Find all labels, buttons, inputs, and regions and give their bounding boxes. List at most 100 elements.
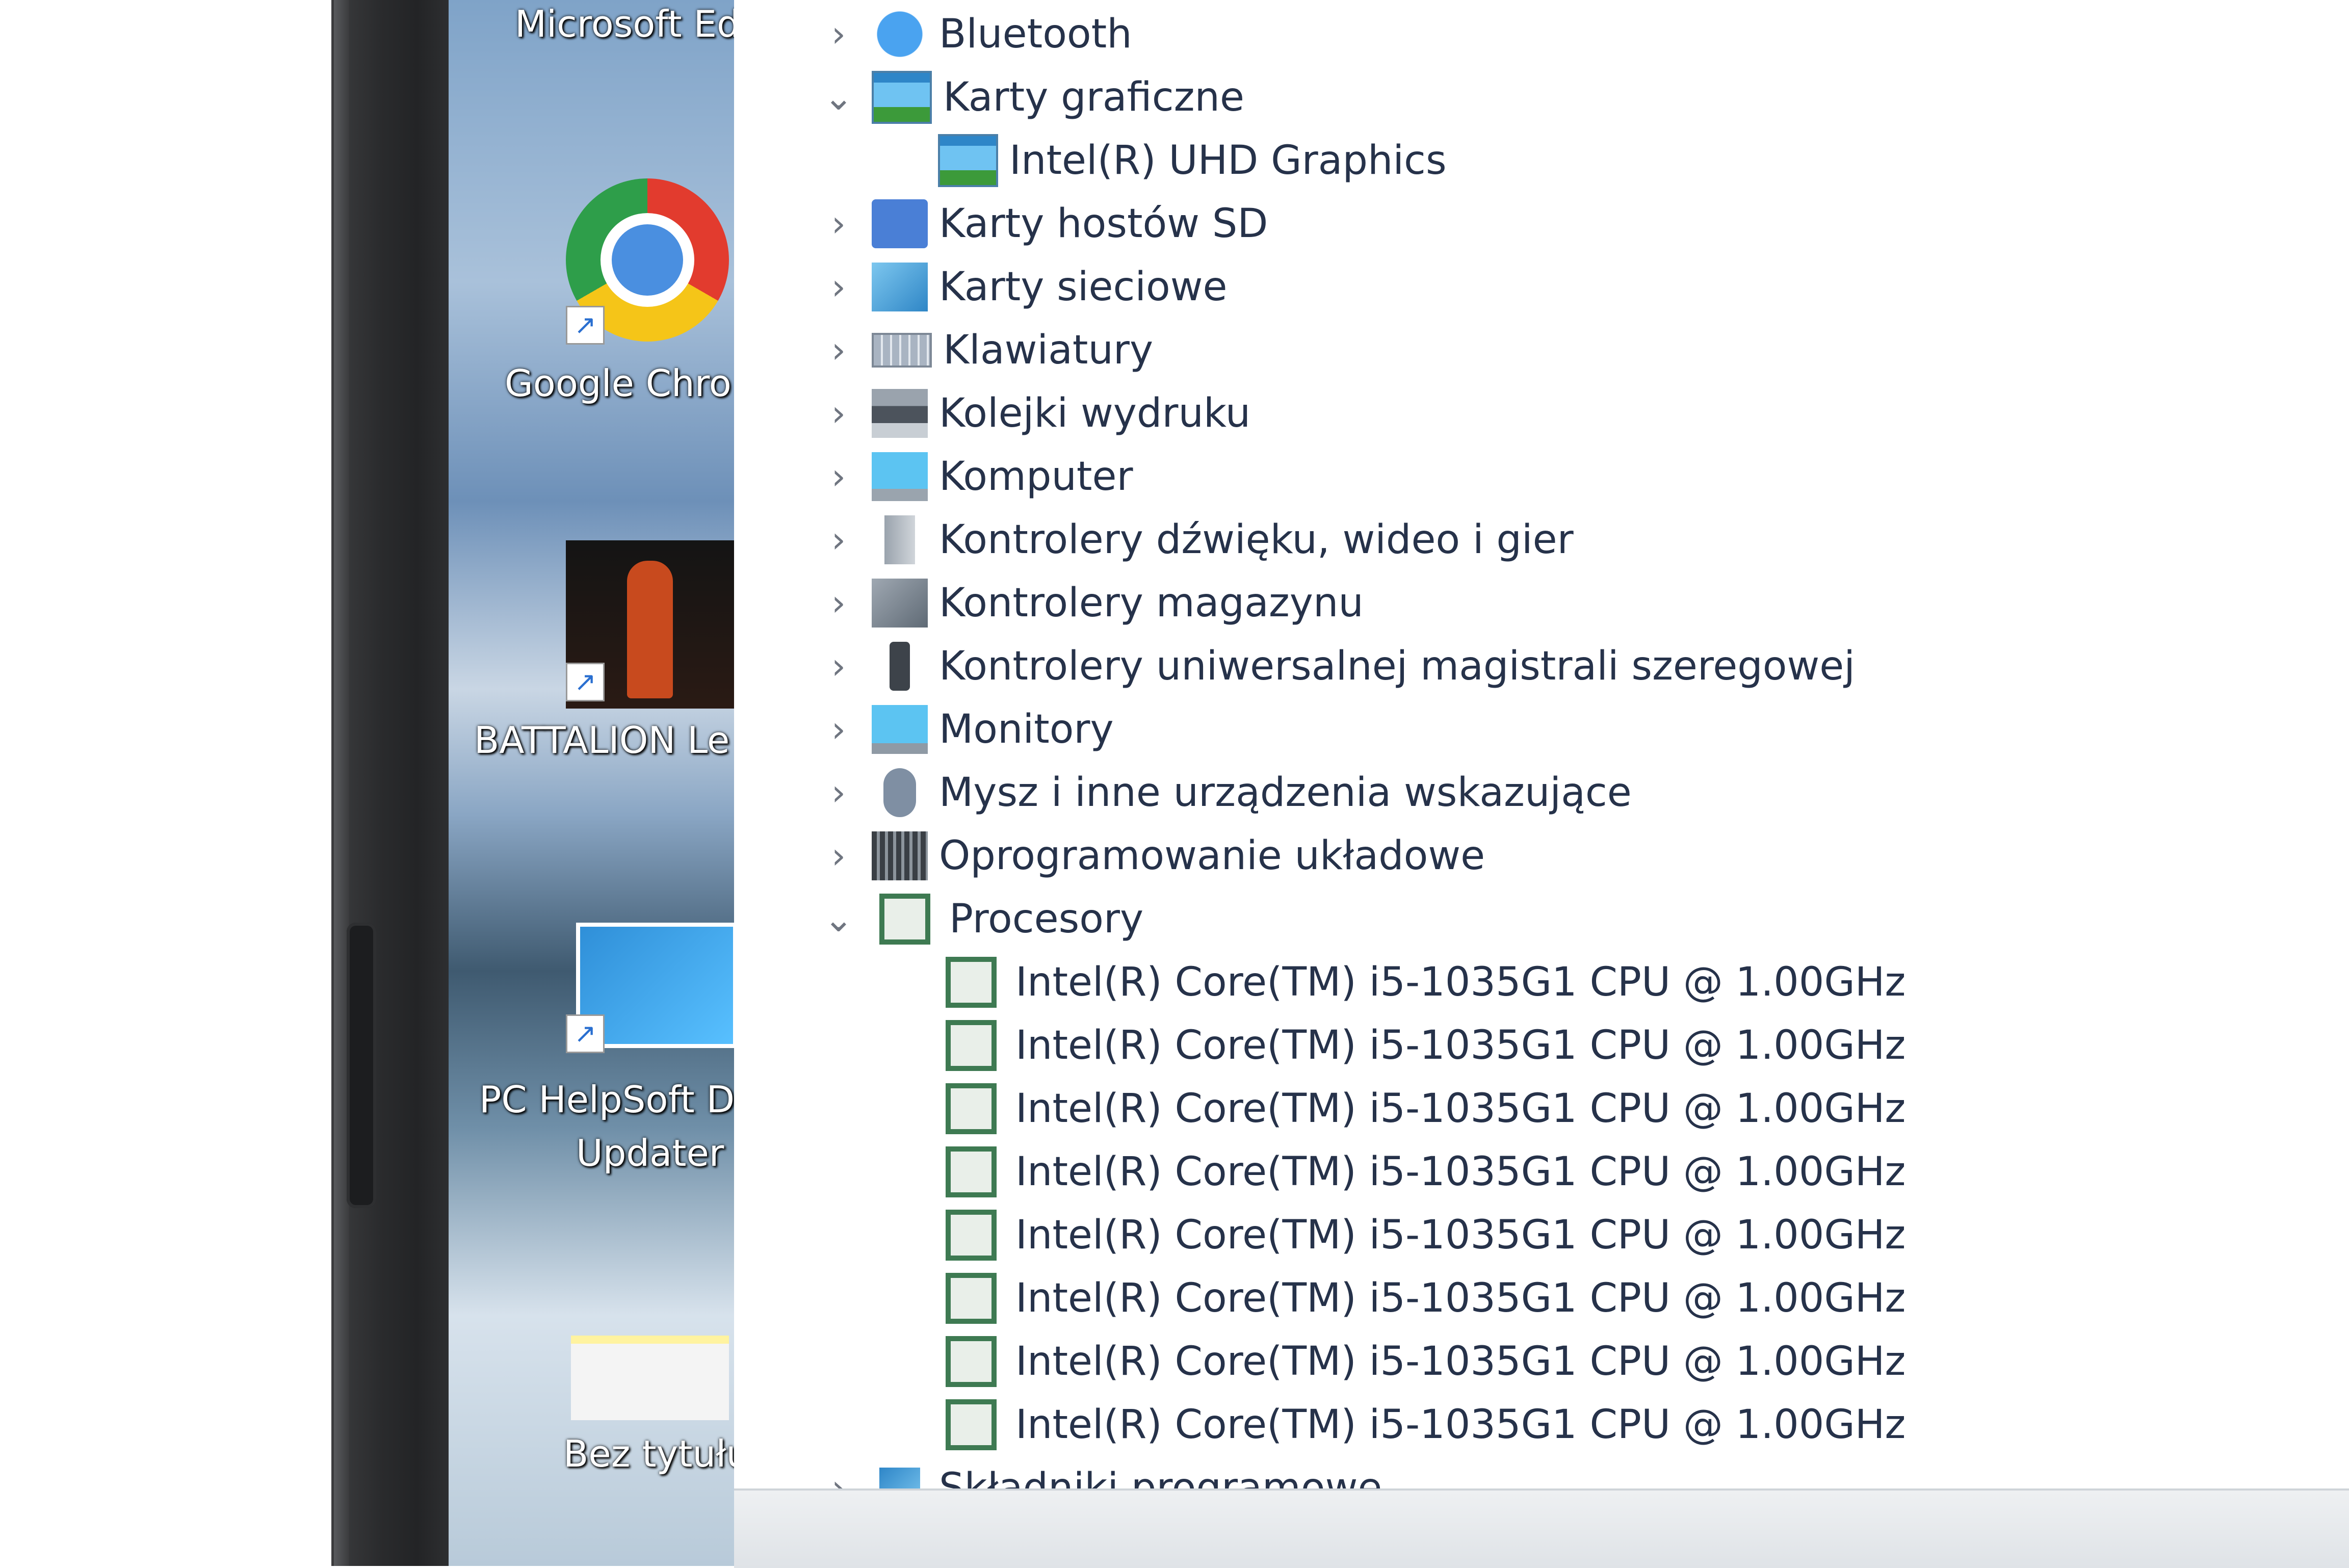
device-tree: ›Bluetooth⌄Karty graficzne›Intel(R) UHD …	[734, 0, 2349, 1488]
desktop-icon-label-untitled[interactable]: Bez tytułu	[563, 1432, 734, 1475]
shortcut-arrow-icon: ↗	[566, 663, 605, 701]
chevron-right-icon[interactable]: ›	[816, 645, 862, 687]
monitor-icon	[872, 705, 928, 754]
network-adapter-icon	[872, 263, 928, 311]
device-category[interactable]: › Bluetooth	[734, 3, 1132, 66]
device-label: Intel(R) Core(TM) i5-1035G1 CPU @ 1.00GH…	[1015, 1339, 1906, 1384]
bluetooth-icon	[872, 10, 928, 59]
desktop-icon-label-battalion[interactable]: BATTALION Le	[474, 719, 729, 762]
device-label: Mysz i inne urządzenia wskazujące	[939, 770, 1632, 816]
device-label: Karty sieciowe	[939, 264, 1228, 310]
device-category[interactable]: › Mysz i inne urządzenia wskazujące	[734, 761, 1632, 824]
device-category[interactable]: › Kontrolery magazynu	[734, 571, 1364, 635]
device-item[interactable]: ›Intel(R) Core(TM) i5-1035G1 CPU @ 1.00G…	[734, 1204, 1906, 1267]
usb-icon	[890, 642, 910, 691]
laptop-bezel	[331, 0, 454, 1566]
device-label: Karty hostów SD	[939, 201, 1268, 247]
device-label: Kolejki wydruku	[939, 390, 1251, 436]
device-item[interactable]: ›Intel(R) Core(TM) i5-1035G1 CPU @ 1.00G…	[734, 1393, 1906, 1456]
printer-icon	[872, 389, 928, 438]
device-item[interactable]: ›Intel(R) UHD Graphics	[734, 129, 1447, 192]
chevron-right-icon[interactable]: ›	[816, 13, 862, 55]
processor-icon	[946, 1210, 997, 1261]
bezel-edge	[334, 0, 349, 1566]
shortcut-arrow-icon: ↗	[566, 306, 605, 345]
chevron-right-icon[interactable]: ›	[816, 203, 862, 245]
device-label: Intel(R) Core(TM) i5-1035G1 CPU @ 1.00GH…	[1015, 1402, 1906, 1448]
device-category[interactable]: › Kontrolery uniwersalnej magistrali szer…	[734, 635, 1855, 698]
device-item[interactable]: ›Intel(R) Core(TM) i5-1035G1 CPU @ 1.00G…	[734, 951, 1906, 1014]
device-label: Komputer	[939, 454, 1133, 500]
device-label: Intel(R) Core(TM) i5-1035G1 CPU @ 1.00GH…	[1015, 959, 1906, 1005]
desktop: Microsoft Ed ↗ Google Chro ↗ BATTALION L…	[449, 0, 734, 1566]
desktop-icon-label-helpsoft-line2[interactable]: Updater	[576, 1132, 724, 1174]
storage-controller-icon	[872, 579, 928, 628]
processor-icon	[946, 1273, 997, 1324]
chevron-down-icon[interactable]: ⌄	[816, 76, 862, 118]
device-category[interactable]: › Monitory	[734, 698, 1114, 761]
shortcut-arrow-icon: ↗	[566, 1014, 605, 1053]
device-label: Kontrolery dźwięku, wideo i gier	[939, 517, 1574, 563]
device-category[interactable]: › Komputer	[734, 445, 1133, 508]
software-component-icon	[879, 1468, 920, 1488]
chevron-right-icon[interactable]: ›	[816, 456, 862, 498]
desktop-icon-label-chrome[interactable]: Google Chro	[505, 362, 732, 405]
mouse-icon	[883, 768, 916, 817]
chevron-right-icon[interactable]: ›	[816, 519, 862, 561]
processor-icon	[946, 957, 997, 1008]
device-category[interactable]: ⌄ Procesory	[734, 887, 1143, 951]
device-label: Intel(R) Core(TM) i5-1035G1 CPU @ 1.00GH…	[1015, 1023, 1906, 1068]
device-label: Składniki programowe	[939, 1465, 1382, 1488]
device-item[interactable]: ›Intel(R) Core(TM) i5-1035G1 CPU @ 1.00G…	[734, 1014, 1906, 1077]
desktop-icon-label-helpsoft[interactable]: PC HelpSoft D	[479, 1078, 734, 1121]
device-category[interactable]: › Składniki programowe	[734, 1456, 1382, 1488]
device-category[interactable]: › Kontrolery dźwięku, wideo i gier	[734, 508, 1574, 571]
device-label: Procesory	[949, 896, 1144, 942]
device-item[interactable]: ›Intel(R) Core(TM) i5-1035G1 CPU @ 1.00G…	[734, 1077, 1906, 1140]
device-category[interactable]: › Klawiatury	[734, 319, 1153, 382]
device-label: Karty graficzne	[943, 74, 1244, 120]
display-adapter-icon	[872, 71, 932, 124]
device-item[interactable]: ›Intel(R) Core(TM) i5-1035G1 CPU @ 1.00G…	[734, 1140, 1906, 1204]
device-category[interactable]: › Karty hostów SD	[734, 192, 1268, 255]
device-item[interactable]: ›Intel(R) Core(TM) i5-1035G1 CPU @ 1.00G…	[734, 1330, 1906, 1393]
processor-icon	[946, 1083, 997, 1134]
device-label: Monitory	[939, 707, 1114, 752]
device-category[interactable]: › Oprogramowanie układowe	[734, 824, 1485, 887]
bezel-latch	[347, 923, 376, 1208]
device-label: Kontrolery uniwersalnej magistrali szere…	[939, 643, 1855, 689]
processor-icon	[946, 1399, 997, 1450]
device-label: Intel(R) UHD Graphics	[1009, 138, 1447, 184]
device-label: Intel(R) Core(TM) i5-1035G1 CPU @ 1.00GH…	[1015, 1212, 1906, 1258]
device-label: Intel(R) Core(TM) i5-1035G1 CPU @ 1.00GH…	[1015, 1275, 1906, 1321]
document-icon[interactable]	[571, 1336, 729, 1420]
horizontal-scrollbar[interactable]	[734, 1488, 2349, 1568]
computer-icon	[872, 452, 928, 501]
chevron-right-icon[interactable]: ›	[816, 582, 862, 624]
device-label: Intel(R) Core(TM) i5-1035G1 CPU @ 1.00GH…	[1015, 1149, 1906, 1195]
device-label: Kontrolery magazynu	[939, 580, 1364, 626]
device-category[interactable]: ⌄ Karty graficzne	[734, 66, 1244, 129]
processor-icon	[879, 894, 930, 945]
processor-icon	[946, 1020, 997, 1071]
chevron-right-icon[interactable]: ›	[816, 709, 862, 750]
chevron-right-icon[interactable]: ›	[816, 329, 862, 371]
chevron-down-icon[interactable]: ⌄	[816, 898, 862, 940]
device-category[interactable]: › Karty sieciowe	[734, 255, 1228, 319]
desktop-icon-label-edge[interactable]: Microsoft Ed	[515, 3, 734, 45]
chevron-right-icon[interactable]: ›	[816, 266, 862, 308]
processor-icon	[946, 1146, 997, 1197]
chevron-right-icon[interactable]: ›	[816, 835, 862, 877]
processor-icon	[946, 1336, 997, 1387]
keyboard-icon	[872, 333, 932, 368]
device-category[interactable]: › Kolejki wydruku	[734, 382, 1250, 445]
firmware-icon	[872, 831, 928, 880]
chevron-right-icon[interactable]: ›	[816, 772, 862, 814]
display-adapter-icon	[938, 134, 998, 187]
device-item[interactable]: ›Intel(R) Core(TM) i5-1035G1 CPU @ 1.00G…	[734, 1267, 1906, 1330]
chevron-right-icon[interactable]: ›	[816, 393, 862, 434]
device-label: Intel(R) Core(TM) i5-1035G1 CPU @ 1.00GH…	[1015, 1086, 1906, 1132]
chevron-right-icon[interactable]: ›	[816, 1467, 862, 1488]
device-label: Klawiatury	[943, 327, 1154, 373]
sd-host-icon	[872, 199, 928, 248]
